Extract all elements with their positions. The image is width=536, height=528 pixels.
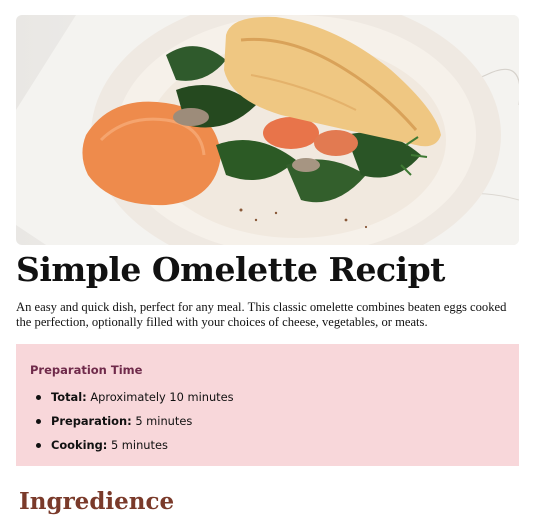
preparation-item-value: 5 minutes (135, 414, 193, 428)
preparation-item-total: Total: Aproximately 10 minutes (36, 390, 234, 414)
bullet-icon (36, 395, 41, 400)
bullet-icon (36, 443, 41, 448)
preparation-item-label: Preparation: (51, 414, 132, 428)
recipe-description: An easy and quick dish, perfect for any … (16, 300, 507, 329)
recipe-title: Simple Omelette Recipt (16, 250, 445, 289)
omelette-plate-illustration (16, 15, 519, 245)
preparation-item-label: Cooking: (51, 438, 108, 452)
recipe-hero-image (16, 15, 519, 245)
preparation-time-panel: Preparation Time Total: Aproximately 10 … (16, 344, 519, 466)
preparation-item-value: 5 minutes (110, 438, 168, 452)
ingredients-heading: Ingredience (19, 488, 175, 515)
preparation-item-cooking: Cooking: 5 minutes (36, 438, 234, 462)
preparation-item-value: Aproximately 10 minutes (90, 390, 234, 404)
bullet-icon (36, 419, 41, 424)
preparation-item-label: Total: (51, 390, 87, 404)
preparation-item-preparation: Preparation: 5 minutes (36, 414, 234, 438)
preparation-time-list: Total: Aproximately 10 minutes Preparati… (36, 390, 234, 462)
preparation-time-heading: Preparation Time (30, 363, 143, 377)
